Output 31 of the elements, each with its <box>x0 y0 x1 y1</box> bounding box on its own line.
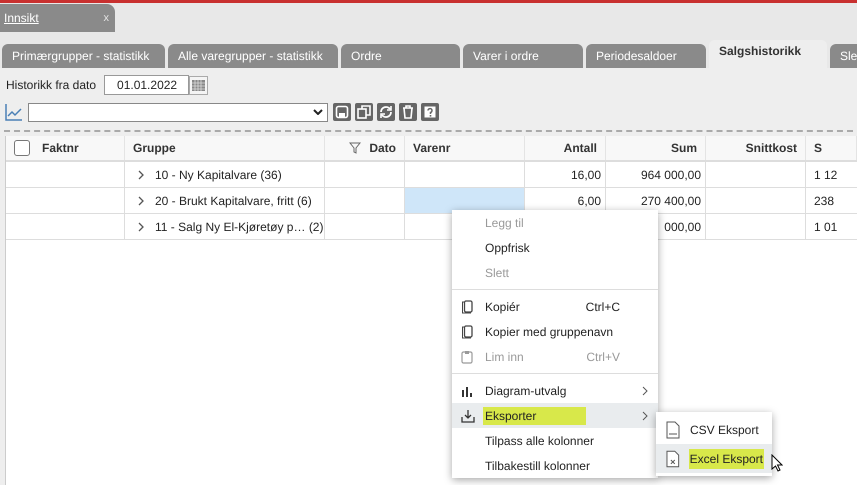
menu-item[interactable]: Oppfrisk <box>452 235 658 260</box>
group-cell: 11 - Salg Ny El-Kjøretøy p… (2) <box>155 220 324 234</box>
column-header[interactable]: S <box>814 141 822 155</box>
column-header[interactable]: Sum <box>670 141 697 155</box>
table-cell: 238 <box>814 194 834 208</box>
column-header[interactable]: Varenr <box>413 141 450 155</box>
column-header[interactable]: Faktnr <box>42 141 79 155</box>
menu-item[interactable]: Kopiér Ctrl+C <box>452 294 658 319</box>
menu-item[interactable]: Tilpass alle kolonner <box>452 428 658 453</box>
menu-item[interactable]: Diagram-utvalg <box>452 378 658 403</box>
column-header[interactable]: Dato <box>369 141 396 155</box>
date-label: Historikk fra dato <box>6 78 96 92</box>
group-cell: 10 - Ny Kapitalvare (36) <box>155 168 282 182</box>
menu-item[interactable]: CSV Eksport <box>656 415 772 444</box>
menu-item[interactable]: Eksporter <box>452 403 658 428</box>
table-cell: 964 000,00 <box>640 168 701 182</box>
column-header[interactable]: Snittkost <box>746 141 797 155</box>
column-header[interactable]: Gruppe <box>133 141 176 155</box>
menu-item[interactable]: Kopier med gruppenavn <box>452 319 658 344</box>
table-cell: 270 400,00 <box>640 194 701 208</box>
table-cell: 6,00 <box>578 194 601 208</box>
table-cell: 000,00 <box>664 220 701 234</box>
column-header[interactable]: Antall <box>564 141 597 155</box>
group-cell: 20 - Brukt Kapitalvare, fritt (6) <box>155 194 312 208</box>
table-cell: 1 12 <box>814 168 838 182</box>
table-cell: 1 01 <box>814 220 838 234</box>
menu-item[interactable]: Excel Eksport <box>656 444 772 473</box>
tab[interactable]: Salgshistorikk <box>709 40 827 68</box>
date-field[interactable]: 01.01.2022 <box>104 75 190 95</box>
table-cell: 16,00 <box>570 168 601 182</box>
menu-item[interactable]: Tilbakestill kolonner <box>452 453 658 478</box>
